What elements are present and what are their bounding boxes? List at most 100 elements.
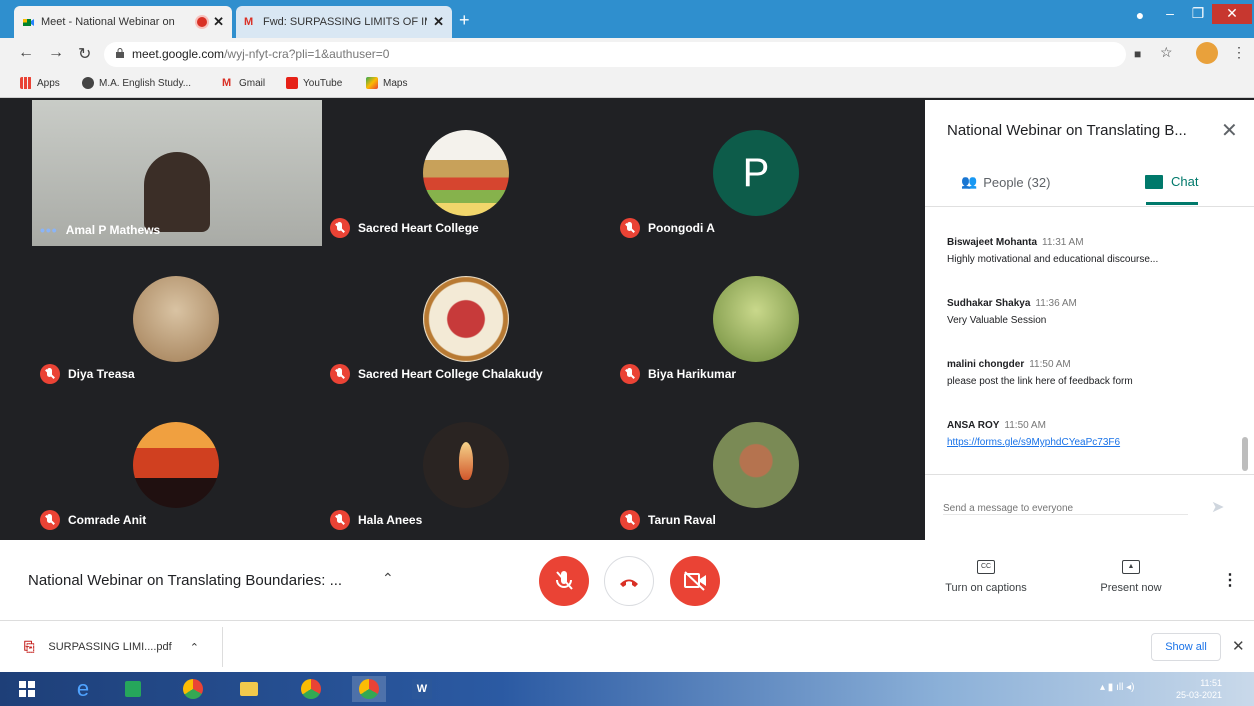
participant-tile-biya[interactable]: Biya Harikumar <box>612 246 900 392</box>
mic-off-icon <box>330 510 350 530</box>
browser-tab-bar: Meet - National Webinar on ✕ M Fwd: SURP… <box>0 0 1254 38</box>
feedback-form-link[interactable]: https://forms.gle/s9MyphdCYeaPc73F6 <box>947 437 1120 448</box>
recording-indicator-icon <box>197 17 208 27</box>
tab-meet[interactable]: Meet - National Webinar on ✕ <box>14 6 232 38</box>
chat-message-input[interactable] <box>943 503 1188 515</box>
word-icon[interactable]: W <box>404 676 438 702</box>
participant-tile-amal[interactable]: ••• Amal P Mathews <box>32 100 322 246</box>
bookmark-youtube[interactable]: YouTube <box>286 77 342 89</box>
system-tray-icons[interactable]: ▴ ▮ ıll ◂) <box>1100 682 1134 693</box>
close-window-button[interactable]: ✕ <box>1212 4 1252 24</box>
store-icon[interactable] <box>116 676 150 702</box>
participant-tile-hala[interactable]: Hala Anees <box>322 392 610 538</box>
message-author: Biswajeet Mohanta <box>947 237 1038 248</box>
file-explorer-icon[interactable] <box>232 676 266 702</box>
bookmark-apps[interactable]: Apps <box>20 77 60 89</box>
message-time: 11:36 AM <box>1035 298 1077 309</box>
present-icon: ▲ <box>1122 560 1140 574</box>
captions-label: Turn on captions <box>945 582 1027 594</box>
mic-off-icon <box>40 364 60 384</box>
avatar <box>423 422 509 508</box>
tab-chat[interactable]: Chat <box>1145 174 1198 189</box>
active-tab-indicator <box>1146 202 1198 205</box>
browser-menu-icon[interactable]: ⋮ <box>1232 44 1246 61</box>
more-options-icon[interactable]: ⋮ <box>1222 570 1238 590</box>
participant-tile-diya[interactable]: Diya Treasa <box>32 246 320 392</box>
chrome-icon[interactable] <box>176 676 210 702</box>
meeting-title: National Webinar on Translating Boundari… <box>28 572 343 589</box>
system-clock[interactable]: 11:51 25-03-2021 <box>1176 677 1222 701</box>
participant-tile-comrade-anit[interactable]: Comrade Anit <box>32 392 320 538</box>
star-bookmark-icon[interactable]: ☆ <box>1160 44 1173 61</box>
lock-icon <box>116 48 124 58</box>
avatar <box>423 276 509 362</box>
participant-name: Diya Treasa <box>40 364 135 384</box>
edge-browser-icon[interactable]: e <box>66 676 100 702</box>
mic-off-icon <box>620 510 640 530</box>
avatar <box>133 422 219 508</box>
avatar: P <box>713 130 799 216</box>
url-host: meet.google.com <box>132 47 225 61</box>
leave-call-button[interactable] <box>604 556 654 606</box>
close-tab-icon[interactable]: ✕ <box>213 14 224 30</box>
tab-people[interactable]: 👥 People (32) <box>961 174 1050 190</box>
address-bar[interactable]: meet.google.com/wyj-nfyt-cra?pli=1&authu… <box>104 42 1126 67</box>
camera-icon[interactable]: ■ <box>1134 47 1141 61</box>
participant-name: Biya Harikumar <box>620 364 736 384</box>
clock-date: 25-03-2021 <box>1176 690 1223 700</box>
minimize-window-button[interactable]: – <box>1156 4 1184 24</box>
participant-label: Biya Harikumar <box>648 367 737 381</box>
back-arrow-icon[interactable]: ← <box>18 44 34 62</box>
url-path: /wyj-nfyt-cra?pli=1&authuser=0 <box>224 47 390 61</box>
profile-icon[interactable]: ● <box>1126 6 1154 26</box>
mic-off-icon <box>620 364 640 384</box>
gmail-favicon-icon: M <box>244 15 254 28</box>
chrome-icon[interactable] <box>294 676 328 702</box>
forward-arrow-icon[interactable]: → <box>48 44 64 62</box>
tab-label: Chat <box>1171 174 1199 189</box>
close-icon[interactable]: ✕ <box>1232 637 1245 655</box>
show-all-downloads-button[interactable]: Show all <box>1151 633 1221 661</box>
participant-tile-sacred-heart-chalakudy[interactable]: Sacred Heart College Chalakudy <box>322 246 610 392</box>
apps-grid-icon <box>20 77 32 89</box>
message-text: please post the link here of feedback fo… <box>947 376 1133 387</box>
captions-button[interactable]: CC Turn on captions <box>934 560 1038 594</box>
downloads-bar: ⎘ SURPASSING LIMI....pdf ⌃ Show all ✕ <box>0 620 1254 672</box>
close-tab-icon[interactable]: ✕ <box>433 14 444 30</box>
participant-tile-sacred-heart-college[interactable]: Sacred Heart College <box>322 100 610 246</box>
pdf-file-icon: ⎘ <box>24 639 35 654</box>
send-icon[interactable]: ➤ <box>1211 497 1224 517</box>
people-icon: 👥 <box>961 174 978 189</box>
participant-tile-poongodi[interactable]: P Poongodi A <box>612 100 900 246</box>
participant-tile-tarun[interactable]: Tarun Raval <box>612 392 900 538</box>
present-now-button[interactable]: ▲ Present now <box>1086 560 1176 594</box>
chevron-up-icon[interactable]: ⌃ <box>382 570 394 587</box>
mic-off-icon <box>330 218 350 238</box>
new-tab-button[interactable]: + <box>459 10 470 31</box>
reload-icon[interactable]: ↻ <box>78 44 91 64</box>
captions-icon: CC <box>977 560 995 574</box>
participant-name: Tarun Raval <box>620 510 716 530</box>
chat-message: Sudhakar Shakya 11:36 AM Very Valuable Se… <box>947 298 1077 326</box>
bookmark-label: YouTube <box>303 77 343 89</box>
restore-window-button[interactable]: ❐ <box>1184 4 1212 24</box>
bookmark-gmail[interactable]: M Gmail <box>222 77 265 89</box>
bookmark-maps[interactable]: Maps <box>366 77 407 89</box>
tab-title: Meet - National Webinar on <box>41 16 175 28</box>
avatar <box>713 276 799 362</box>
windows-start-icon[interactable] <box>10 676 44 702</box>
windows-taskbar: e W ▴ ▮ ıll ◂) 11:51 25-03-2021 <box>0 672 1254 706</box>
chat-scrollbar[interactable] <box>1242 437 1248 471</box>
bookmark-ma-english[interactable]: M.A. English Study... <box>82 77 191 89</box>
tab-gmail[interactable]: M Fwd: SURPASSING LIMITS OF IM. ✕ <box>236 6 452 38</box>
chevron-up-icon[interactable]: ⌃ <box>190 641 199 654</box>
toggle-mic-button[interactable] <box>539 556 589 606</box>
chrome-icon[interactable] <box>352 676 386 702</box>
close-icon[interactable]: ✕ <box>1221 118 1238 143</box>
download-item[interactable]: ⎘ SURPASSING LIMI....pdf ⌃ <box>24 639 199 655</box>
avatar <box>133 276 219 362</box>
present-label: Present now <box>1100 582 1162 594</box>
avatar[interactable] <box>1196 42 1218 64</box>
toggle-camera-button[interactable] <box>670 556 720 606</box>
message-author: malini chongder <box>947 359 1025 370</box>
